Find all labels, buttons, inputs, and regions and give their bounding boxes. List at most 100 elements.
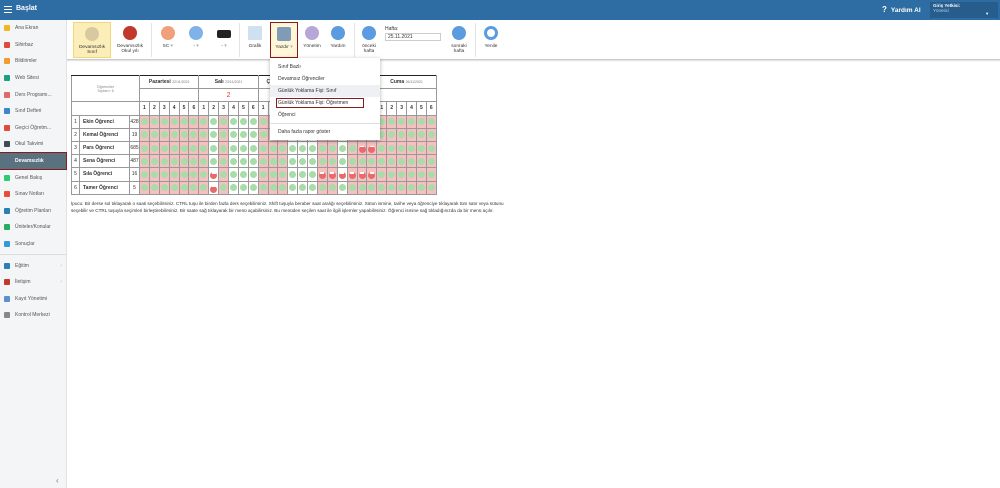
attendance-cell[interactable] xyxy=(148,154,160,169)
sidebar-item[interactable]: İletişim › xyxy=(0,274,66,291)
attendance-cell[interactable] xyxy=(158,167,170,182)
print-button[interactable]: Yazdır ▾ xyxy=(270,22,298,58)
attendance-cell[interactable] xyxy=(376,167,388,182)
attendance-cell[interactable] xyxy=(277,180,289,195)
sidebar-item[interactable]: Sihirbaz xyxy=(0,37,66,54)
attendance-cell[interactable] xyxy=(406,127,417,142)
attendance-cell[interactable] xyxy=(158,180,170,195)
student-name[interactable]: Kemal Öğrenci xyxy=(79,127,130,142)
attendance-cell[interactable] xyxy=(317,154,328,169)
attendance-cell[interactable] xyxy=(237,127,249,142)
menu-item-class-based[interactable]: Sınıf Bazlı xyxy=(270,61,380,73)
attendance-cell[interactable] xyxy=(307,154,319,169)
attendance-cell[interactable] xyxy=(188,154,200,169)
student-name[interactable]: Tamer Öğrenci xyxy=(79,180,130,195)
attendance-cell[interactable] xyxy=(178,180,190,195)
attendance-cell[interactable] xyxy=(346,180,358,195)
attendance-cell[interactable] xyxy=(178,167,190,182)
attendance-cell[interactable] xyxy=(307,167,319,182)
hour-header[interactable]: 5 xyxy=(237,101,249,116)
attendance-cell[interactable] xyxy=(208,154,220,169)
attendance-cell[interactable] xyxy=(198,127,210,142)
attendance-cell[interactable] xyxy=(247,167,259,182)
attendance-cell[interactable] xyxy=(386,140,398,156)
sidebar-item[interactable]: Sınav Notları xyxy=(0,186,66,203)
sidebar-item[interactable]: Genel Bakış xyxy=(0,169,66,186)
attendance-cell[interactable] xyxy=(158,127,170,142)
attendance-cell[interactable] xyxy=(208,167,220,182)
hour-header[interactable]: 6 xyxy=(425,101,437,116)
hour-header[interactable]: 2 xyxy=(148,101,160,116)
attendance-cell[interactable] xyxy=(366,154,378,169)
student-name[interactable]: Pars Öğrenci xyxy=(79,140,130,156)
attendance-cell[interactable] xyxy=(425,167,437,182)
attendance-cell[interactable] xyxy=(148,167,160,182)
day-header[interactable]: Pazartesi 22/11/2021 xyxy=(138,74,200,90)
class-dropdown[interactable]: 5C ▾ xyxy=(155,22,181,58)
hour-header[interactable]: 3 xyxy=(158,101,170,116)
chart-button[interactable]: Grafik xyxy=(243,22,267,58)
attendance-cell[interactable] xyxy=(208,180,220,195)
attendance-cell[interactable] xyxy=(178,127,190,142)
attendance-cell[interactable] xyxy=(326,167,338,182)
attendance-cell[interactable] xyxy=(158,114,170,129)
day-header[interactable]: Salı 23/11/2021 xyxy=(198,74,259,90)
attendance-cell[interactable] xyxy=(228,127,239,142)
attendance-cell[interactable] xyxy=(218,140,230,156)
attendance-class-button[interactable]: Devamsızlık Sınıf xyxy=(73,22,111,58)
role-select[interactable]: Giriş Yetkisi: Yönetici ▼ xyxy=(930,2,998,18)
menu-item-absent-students[interactable]: Devamsız Öğrenciler xyxy=(270,73,380,85)
attendance-cell[interactable] xyxy=(267,140,279,156)
attendance-cell[interactable] xyxy=(425,140,437,156)
attendance-cell[interactable] xyxy=(415,167,427,182)
attendance-cell[interactable] xyxy=(415,127,427,142)
attendance-cell[interactable] xyxy=(228,154,239,169)
attendance-cell[interactable] xyxy=(237,154,249,169)
attendance-cell[interactable] xyxy=(178,140,190,156)
attendance-cell[interactable] xyxy=(307,180,319,195)
attendance-cell[interactable] xyxy=(277,154,289,169)
hour-header[interactable]: 6 xyxy=(247,101,259,116)
sidebar-item[interactable]: Eğitim › xyxy=(0,257,66,274)
attendance-cell[interactable] xyxy=(425,154,437,169)
attendance-cell[interactable] xyxy=(396,127,408,142)
attendance-cell[interactable] xyxy=(178,114,190,129)
attendance-cell[interactable] xyxy=(277,167,289,182)
attendance-cell[interactable] xyxy=(168,167,180,182)
attendance-cell[interactable] xyxy=(257,140,269,156)
hour-header[interactable]: 1 xyxy=(198,101,210,116)
attendance-cell[interactable] xyxy=(317,167,328,182)
hour-header[interactable]: 6 xyxy=(188,101,200,116)
attendance-cell[interactable] xyxy=(317,180,328,195)
attendance-cell[interactable] xyxy=(425,114,437,129)
refresh-button[interactable]: Yenile xyxy=(478,22,504,58)
hamburger-menu-icon[interactable] xyxy=(4,6,12,13)
menu-item-daily-roll-class[interactable]: Günlük Yokl­ama Fişi: Sınıf xyxy=(270,85,380,97)
management-button[interactable]: Yönetim xyxy=(301,22,323,58)
attendance-cell[interactable] xyxy=(247,127,259,142)
attendance-cell[interactable] xyxy=(188,180,200,195)
attendance-cell[interactable] xyxy=(396,140,408,156)
attendance-cell[interactable] xyxy=(396,114,408,129)
attendance-year-button[interactable]: Devamsızlık Okul yılı xyxy=(113,22,147,58)
attendance-cell[interactable] xyxy=(237,167,249,182)
attendance-cell[interactable] xyxy=(346,154,358,169)
attendance-cell[interactable] xyxy=(139,154,150,169)
attendance-cell[interactable] xyxy=(228,114,239,129)
attendance-cell[interactable] xyxy=(237,180,249,195)
attendance-cell[interactable] xyxy=(425,180,437,195)
attendance-cell[interactable] xyxy=(198,167,210,182)
attendance-cell[interactable] xyxy=(386,114,398,129)
attendance-cell[interactable] xyxy=(346,167,358,182)
attendance-cell[interactable] xyxy=(356,140,368,156)
attendance-cell[interactable] xyxy=(218,127,230,142)
attendance-cell[interactable] xyxy=(237,140,249,156)
attendance-cell[interactable] xyxy=(336,154,348,169)
attendance-cell[interactable] xyxy=(218,180,230,195)
attendance-cell[interactable] xyxy=(406,167,417,182)
sidebar-item[interactable]: Üniteler/Konular xyxy=(0,219,66,236)
hour-header[interactable]: 5 xyxy=(178,101,190,116)
attendance-cell[interactable] xyxy=(218,154,230,169)
collapse-sidebar-icon[interactable]: ‹ xyxy=(56,476,59,485)
graduation-dropdown[interactable]: - ▾ xyxy=(211,22,237,58)
